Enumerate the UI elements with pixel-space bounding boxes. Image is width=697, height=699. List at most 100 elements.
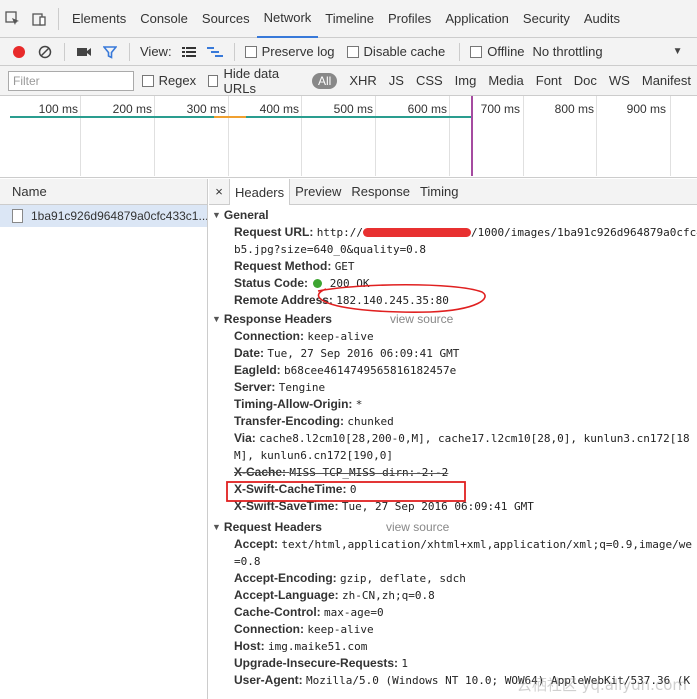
network-toolbar: View: Preserve log Disable cache Offline… xyxy=(0,38,697,66)
tab-headers[interactable]: Headers xyxy=(229,179,291,205)
filter-input[interactable]: Filter xyxy=(8,70,134,91)
timeline-request-bar xyxy=(214,116,246,118)
timeline-gridline xyxy=(154,96,155,176)
hide-data-urls-label: Hide data URLs xyxy=(223,65,280,96)
timeline-tick-label: 900 ms xyxy=(626,102,666,116)
timeline-gridline xyxy=(228,96,229,176)
expand-triangle-icon: ▼ xyxy=(212,522,221,532)
accept-continued: =0.8 xyxy=(234,555,261,568)
hide-data-urls-checkbox[interactable]: Hide data URLs xyxy=(204,66,300,96)
timeline-request-bar xyxy=(10,116,214,118)
tab-elements[interactable]: Elements xyxy=(65,0,133,38)
header-key: Upgrade-Insecure-Requests: xyxy=(234,656,399,670)
request-row[interactable]: 1ba91c926d964879a0cfc433c1... xyxy=(0,205,207,227)
name-column-header[interactable]: Name xyxy=(0,179,207,205)
timeline-tick-label: 700 ms xyxy=(480,102,520,116)
type-filter-font[interactable]: Font xyxy=(536,73,562,88)
general-section-header[interactable]: ▼ General xyxy=(209,206,697,224)
tab-response[interactable]: Response xyxy=(346,179,415,205)
type-filter-all[interactable]: All xyxy=(311,72,338,89)
checkbox-box[interactable] xyxy=(244,45,257,58)
header-key: Server: xyxy=(234,380,276,394)
timeline-tick-label: 800 ms xyxy=(554,102,594,116)
timeline-request-bar xyxy=(246,116,472,118)
filter-toggle-button[interactable] xyxy=(97,40,123,64)
tab-application[interactable]: Application xyxy=(438,0,516,38)
header-value: 182.140.245.35:80 xyxy=(336,294,449,307)
header-key: Accept-Encoding: xyxy=(234,571,337,585)
response-header-row: Via: cache8.l2cm10[28,200-0,M], cache17.… xyxy=(209,430,697,447)
header-value: zh-CN,zh;q=0.8 xyxy=(342,589,435,602)
header-value: MISS TCP_MISS dirn:-2:-2 xyxy=(289,466,449,479)
view-source-link[interactable]: view source xyxy=(386,520,449,534)
expand-triangle-icon: ▼ xyxy=(212,210,221,220)
type-filter-media[interactable]: Media xyxy=(488,73,523,88)
tab-audits[interactable]: Audits xyxy=(577,0,627,38)
offline-checkbox[interactable]: Offline xyxy=(466,44,525,59)
load-event-marker xyxy=(471,96,473,176)
tab-security[interactable]: Security xyxy=(516,0,577,38)
toolbar-divider xyxy=(459,42,461,61)
device-toolbar-icon[interactable] xyxy=(26,0,52,38)
type-filter-js[interactable]: JS xyxy=(389,73,404,88)
type-filter-ws[interactable]: WS xyxy=(609,73,630,88)
request-header-row: Connection: keep-alive xyxy=(209,621,697,638)
request-url-continued: b5.jpg?size=640_0&quality=0.8 xyxy=(234,243,427,256)
record-icon xyxy=(13,45,25,58)
tab-network[interactable]: Network xyxy=(256,0,319,38)
header-key: Transfer-Encoding: xyxy=(234,414,345,428)
watermark: 云栖社区 yq.aliyun.com xyxy=(516,676,687,694)
preserve-log-checkbox[interactable]: Preserve log xyxy=(241,44,335,59)
tab-sources[interactable]: Sources xyxy=(195,0,257,38)
header-key: Via: xyxy=(234,431,256,445)
timeline-tick-label: 100 ms xyxy=(38,102,78,116)
checkbox-box[interactable] xyxy=(141,74,154,87)
header-value: cache8.l2cm10[28,200-0,M], cache17.l2cm1… xyxy=(259,432,690,445)
header-key: Date: xyxy=(234,346,265,360)
header-value: Tue, 27 Sep 2016 06:09:41 GMT xyxy=(341,500,534,513)
header-key: Request URL: xyxy=(234,225,314,239)
clear-button[interactable] xyxy=(32,40,58,64)
response-headers-section-header[interactable]: ▼ Response Headers view source xyxy=(209,310,697,328)
tab-profiles[interactable]: Profiles xyxy=(381,0,438,38)
type-filter-xhr[interactable]: XHR xyxy=(349,73,376,88)
response-header-row: Timing-Allow-Origin: * xyxy=(209,396,697,413)
large-rows-button[interactable] xyxy=(176,40,202,64)
details-tabbar: × Headers Preview Response Timing xyxy=(209,179,697,205)
record-button[interactable] xyxy=(6,40,32,64)
tab-timeline[interactable]: Timeline xyxy=(318,0,381,38)
type-filter-css[interactable]: CSS xyxy=(416,73,443,88)
type-filter-img[interactable]: Img xyxy=(455,73,477,88)
throttling-select[interactable]: No throttling ▼ xyxy=(533,44,683,59)
dropdown-arrow-icon: ▼ xyxy=(672,46,683,57)
preserve-log-label: Preserve log xyxy=(261,44,335,59)
tab-timing[interactable]: Timing xyxy=(415,179,464,205)
header-key: Request Method: xyxy=(234,259,332,273)
overview-toggle-button[interactable] xyxy=(202,40,228,64)
capture-screenshots-button[interactable] xyxy=(71,40,97,64)
checkbox-box[interactable] xyxy=(470,45,483,58)
checkbox-box[interactable] xyxy=(208,74,219,87)
regex-checkbox[interactable]: Regex xyxy=(138,73,196,88)
header-value: gzip, deflate, sdch xyxy=(340,572,466,585)
request-url-row: Request URL: http:// /1000/images/1ba91c9… xyxy=(209,224,697,241)
status-ok-icon xyxy=(313,279,323,289)
type-filter-doc[interactable]: Doc xyxy=(574,73,597,88)
checkbox-box[interactable] xyxy=(346,45,359,58)
request-headers-section-header[interactable]: ▼ Request Headers view source xyxy=(209,518,697,536)
request-headers-title: Request Headers xyxy=(223,520,322,534)
type-filter-manifest[interactable]: Manifest xyxy=(642,73,691,88)
timeline-overview[interactable]: 100 ms 200 ms 300 ms 400 ms 500 ms 600 m… xyxy=(0,96,697,178)
view-source-link[interactable]: view source xyxy=(390,312,453,326)
tab-preview[interactable]: Preview xyxy=(290,179,346,205)
close-details-icon[interactable]: × xyxy=(209,184,229,199)
tab-console[interactable]: Console xyxy=(133,0,195,38)
disable-cache-checkbox[interactable]: Disable cache xyxy=(343,44,445,59)
inspect-element-icon[interactable] xyxy=(0,0,26,38)
response-header-row: Server: Tengine xyxy=(209,379,697,396)
request-header-row: Accept-Language: zh-CN,zh;q=0.8 xyxy=(209,587,697,604)
header-key: Cache-Control: xyxy=(234,605,321,619)
timeline-tick-label: 200 ms xyxy=(112,102,152,116)
header-value: http:// xyxy=(316,226,364,239)
response-header-row: Transfer-Encoding: chunked xyxy=(209,413,697,430)
